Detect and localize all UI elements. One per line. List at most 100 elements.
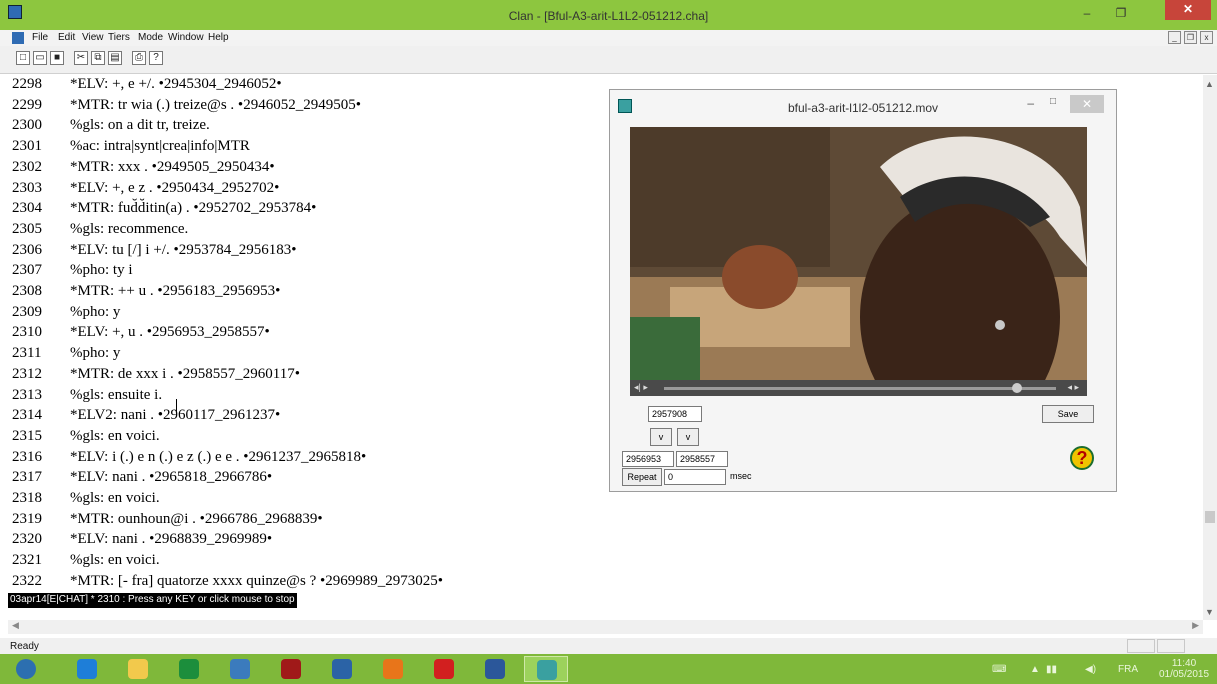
store-taskbar-button[interactable]	[167, 656, 211, 682]
clock[interactable]: 11:40 01/05/2015	[1157, 658, 1211, 680]
start-time-field[interactable]: 2956953	[622, 451, 674, 467]
close-button[interactable]: ✕	[1165, 0, 1211, 20]
video-frame[interactable]	[630, 127, 1087, 380]
remote-desktop-taskbar-button[interactable]	[218, 656, 262, 682]
firefox-taskbar-button[interactable]	[371, 656, 415, 682]
line-number: 2309	[12, 303, 42, 320]
network-icon[interactable]: ▮▮	[1046, 664, 1057, 675]
volume-icon[interactable]: ◀)	[1085, 664, 1096, 675]
line-number: 2306	[12, 241, 42, 258]
menu-help[interactable]: Help	[208, 32, 229, 43]
opera-taskbar-button[interactable]	[422, 656, 466, 682]
line-text: %gls: recommence.	[70, 220, 189, 237]
line-number: 2308	[12, 283, 42, 299]
mdi-minimize-button[interactable]: _	[1168, 31, 1181, 44]
media-maximize-button[interactable]: □	[1050, 96, 1056, 107]
line-text: %gls: en voici.	[70, 552, 160, 569]
copy-icon[interactable]: ⧉	[91, 51, 105, 65]
menu-view[interactable]: View	[82, 32, 104, 43]
status-pane	[1157, 639, 1185, 653]
help-icon[interactable]: ?	[1070, 446, 1094, 470]
remote-desktop-icon	[230, 659, 250, 679]
scroll-down-icon[interactable]: ▼	[1205, 607, 1214, 617]
save-button[interactable]: Save	[1042, 405, 1094, 423]
file-explorer-icon	[128, 659, 148, 679]
line-number: 2303	[12, 179, 42, 196]
firefox-icon	[383, 659, 403, 679]
line-text: *ELV: +, e +/. •2945304_2946052•	[70, 76, 282, 92]
paste-icon[interactable]: ▤	[108, 51, 122, 65]
menu-bar: File Edit View Tiers Mode Window Help	[0, 30, 1217, 46]
document-icon[interactable]	[12, 32, 24, 44]
repeat-count-field[interactable]: 0	[664, 469, 726, 485]
scroll-thumb[interactable]	[1205, 511, 1215, 523]
line-number: 2313	[12, 386, 42, 403]
media-close-button[interactable]: ✕	[1070, 95, 1104, 113]
save-icon[interactable]: ■	[50, 51, 64, 65]
line-number: 2300	[12, 117, 42, 134]
vertical-scrollbar[interactable]: ▲ ▼	[1203, 75, 1217, 620]
set-end-button[interactable]: v	[677, 428, 699, 446]
tray-arrow-icon[interactable]: ▲	[1030, 664, 1040, 675]
word-taskbar-button[interactable]	[473, 656, 517, 682]
horizontal-scrollbar[interactable]: ◀ ▶	[8, 620, 1203, 634]
print-icon[interactable]: ⎙	[132, 51, 146, 65]
line-number: 2316	[12, 448, 42, 465]
scroll-left-icon[interactable]: ◀	[12, 620, 19, 631]
mdi-close-button[interactable]: x	[1200, 31, 1213, 44]
line-number: 2304	[12, 200, 42, 217]
media-minimize-button[interactable]: –	[1027, 96, 1034, 110]
language-indicator[interactable]: FRA	[1118, 664, 1138, 675]
title-bar: Clan - [Bful-A3-arit-L1L2-051212.cha] – …	[0, 0, 1217, 30]
menu-window[interactable]: Window	[168, 32, 204, 43]
scroll-up-icon[interactable]: ▲	[1205, 79, 1214, 89]
line-number: 2302	[12, 158, 42, 175]
line-number: 2301	[12, 138, 42, 155]
clan-taskbar-button[interactable]	[524, 656, 568, 682]
end-time-field[interactable]: 2958557	[676, 451, 728, 467]
mdi-restore-button[interactable]: ❐	[1184, 31, 1197, 44]
menu-edit[interactable]: Edit	[58, 32, 75, 43]
line-text: *ELV: nani . •2968839_2969989•	[70, 531, 273, 548]
scroll-right-icon[interactable]: ▶	[1192, 620, 1199, 631]
line-text: *MTR: de xxx i . •2958557_2960117•	[70, 365, 300, 382]
volume-icon[interactable]: ◂ ▸	[1067, 382, 1079, 393]
line-number: 2299	[12, 96, 42, 113]
media-taskbar-button[interactable]	[269, 656, 313, 682]
clan-icon	[537, 660, 557, 680]
internet-explorer-taskbar-button[interactable]	[65, 656, 109, 682]
menu-tiers[interactable]: Tiers	[108, 32, 130, 43]
file-explorer-taskbar-button[interactable]	[116, 656, 160, 682]
line-number: 2315	[12, 427, 42, 444]
line-number: 2317	[12, 469, 42, 486]
seek-bar[interactable]	[664, 387, 1056, 390]
seek-knob[interactable]	[1011, 383, 1022, 393]
msec-label: msec	[730, 471, 752, 481]
cut-icon[interactable]: ✂	[74, 51, 88, 65]
status-pane	[1127, 639, 1155, 653]
keyboard-icon[interactable]: ⌨	[992, 664, 1006, 675]
menu-file[interactable]: File	[32, 32, 48, 43]
play-icon[interactable]: ◂| ▸	[634, 382, 648, 393]
line-text: %pho: y	[70, 303, 121, 320]
maximize-button[interactable]: ❐	[1109, 4, 1133, 22]
minimize-button[interactable]: –	[1075, 4, 1099, 22]
repeat-button[interactable]: Repeat	[622, 468, 662, 486]
new-file-icon[interactable]: □	[16, 51, 30, 65]
clock-time: 11:40	[1171, 658, 1197, 669]
start-taskbar-button[interactable]	[4, 656, 48, 682]
media-icon	[281, 659, 301, 679]
toolbar: □ ▭ ■ ✂ ⧉ ▤ ⎙ ?	[0, 46, 1217, 74]
line-text: *MTR: tr wia (.) treize@s . •2946052_294…	[70, 96, 361, 113]
line-number: 2311	[12, 345, 42, 362]
menu-mode[interactable]: Mode	[138, 32, 163, 43]
help-icon[interactable]: ?	[149, 51, 163, 65]
current-time-field[interactable]: 2957908	[648, 406, 702, 422]
control-panel-taskbar-button[interactable]	[320, 656, 364, 682]
line-number: 2298	[12, 76, 42, 92]
internet-explorer-icon	[77, 659, 97, 679]
taskbar: ⌨ ▲ ▮▮ ◀) FRA 11:40 01/05/2015	[0, 654, 1217, 684]
set-start-button[interactable]: v	[650, 428, 672, 446]
line-text: %gls: on a dit tr, treize.	[70, 117, 210, 134]
open-folder-icon[interactable]: ▭	[33, 51, 47, 65]
